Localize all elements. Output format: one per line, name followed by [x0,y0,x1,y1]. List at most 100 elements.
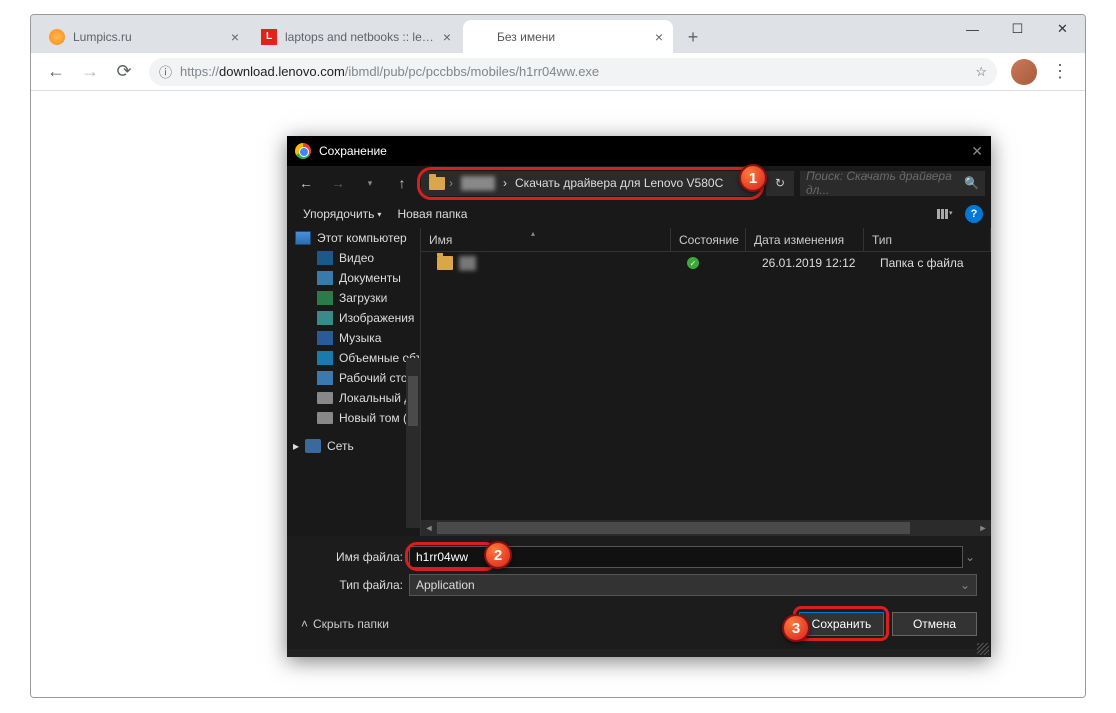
tab-lenovo[interactable]: L laptops and netbooks :: lenovo v × [251,20,461,53]
breadcrumb-seg-blurred[interactable]: ████ [457,176,499,190]
tab-lumpics[interactable]: Lumpics.ru × [39,20,249,53]
breadcrumb-bar[interactable]: › ████› Скачать драйвера для Lenovo V580… [421,171,760,196]
close-icon[interactable]: × [231,29,239,45]
document-icon [317,271,333,285]
tree-newvol[interactable]: Новый том (D:) [287,408,420,428]
forward-button[interactable]: → [76,58,104,86]
check-icon: ✓ [687,257,699,269]
tree-3dobjects[interactable]: Объемные объ [287,348,420,368]
nav-up-button[interactable]: ↑ [389,170,415,196]
filename-label: Имя файла: [301,550,409,564]
close-icon[interactable]: × [443,29,451,45]
menu-button[interactable]: ⋮ [1046,58,1074,86]
col-date[interactable]: Дата изменения [746,228,864,251]
favicon-lenovo: L [261,29,277,45]
view-mode-button[interactable]: ▾ [937,209,955,219]
tree-music[interactable]: Музыка [287,328,420,348]
desktop-icon [317,371,333,385]
chevron-up-icon: ˄ [301,617,308,631]
annotation-badge-2: 2 [484,541,512,569]
new-tab-button[interactable]: + [679,23,707,51]
file-row[interactable]: ██ ✓ 26.01.2019 12:12 Папка с файла [421,252,991,274]
minimize-button[interactable]: — [950,15,995,43]
search-input[interactable]: Поиск: Скачать драйвера дл... 🔍 [800,171,985,196]
folder-tree: Этот компьютер Видео Документы Загрузки … [287,228,421,536]
tree-images[interactable]: Изображения [287,308,420,328]
maximize-button[interactable]: ☐ [995,15,1040,43]
col-state[interactable]: Состояние [671,228,746,251]
disk-icon [317,392,333,404]
nav-forward-button[interactable]: → [325,170,351,196]
sort-indicator: ▴ [531,229,535,238]
organize-button[interactable]: Упорядочить ▾ [295,205,389,223]
annotation-badge-1: 1 [739,164,767,192]
save-button[interactable]: Сохранить [799,612,884,636]
profile-avatar[interactable] [1011,59,1037,85]
nav-back-button[interactable]: ← [293,170,319,196]
tab-active[interactable]: Без имени × [463,20,673,53]
tree-desktop[interactable]: Рабочий стол [287,368,420,388]
filetype-select[interactable]: Application⌄ [409,574,977,596]
window-controls: — ☐ ✕ [950,15,1085,43]
scroll-left[interactable]: ◄ [421,520,437,536]
address-bar[interactable]: ⓘ https://download.lenovo.com/ibmdl/pub/… [149,58,997,86]
tree-network[interactable]: ▸ Сеть [287,436,420,456]
close-button[interactable]: ✕ [1040,15,1085,43]
filename-area: Имя файла: ⌄ Тип файла: Application⌄ [287,536,991,599]
save-dialog: Сохранение ✕ ← → ▾ ↑ › ████› Скачать дра… [287,136,991,657]
dialog-close-button[interactable]: ✕ [971,143,983,160]
dropdown-icon[interactable]: ⌄ [963,550,977,564]
h-scrollbar[interactable]: ◄ ► [421,520,991,536]
tree-downloads[interactable]: Загрузки [287,288,420,308]
cancel-button[interactable]: Отмена [892,612,977,636]
dialog-nav: ← → ▾ ↑ › ████› Скачать драйвера для Len… [287,166,991,200]
tab-strip: Lumpics.ru × L laptops and netbooks :: l… [31,15,1085,53]
file-list: ▴ Имя Состояние Дата изменения Тип ██ ✓ … [421,228,991,536]
info-icon: ⓘ [159,62,172,81]
download-icon [317,291,333,305]
breadcrumb-seg-current[interactable]: Скачать драйвера для Lenovo V580C [511,176,727,190]
dialog-footer: ˄ Скрыть папки Сохранить Отмена [287,599,991,649]
chrome-icon [295,143,311,159]
close-icon[interactable]: × [655,29,663,45]
search-placeholder: Поиск: Скачать драйвера дл... [806,169,964,197]
favicon-blank [473,29,489,45]
video-icon [317,251,333,265]
scrollbar-thumb[interactable] [408,376,418,426]
dialog-toolbar: Упорядочить ▾ Новая папка ▾ ? [287,200,991,228]
hide-folders-toggle[interactable]: ˄ Скрыть папки [301,617,389,631]
annotation-badge-3: 3 [782,614,810,642]
tree-documents[interactable]: Документы [287,268,420,288]
tree-localdisk[interactable]: Локальный дис [287,388,420,408]
search-icon: 🔍 [964,176,979,190]
column-headers: ▴ Имя Состояние Дата изменения Тип [421,228,991,252]
dialog-body: Этот компьютер Видео Документы Загрузки … [287,228,991,536]
browser-window: Lumpics.ru × L laptops and netbooks :: l… [30,14,1086,698]
browser-toolbar: ← → ⟳ ⓘ https://download.lenovo.com/ibmd… [31,53,1085,91]
page-content: Сохранение ✕ ← → ▾ ↑ › ████› Скачать дра… [31,91,1085,697]
image-icon [317,311,333,325]
col-name[interactable]: Имя [421,228,671,251]
tree-this-pc[interactable]: Этот компьютер [287,228,420,248]
tree-scrollbar[interactable] [406,358,420,528]
bookmark-icon[interactable]: ☆ [975,64,987,80]
folder-icon [437,256,453,270]
network-icon [305,439,321,453]
col-type[interactable]: Тип [864,228,991,251]
nav-recent-button[interactable]: ▾ [357,170,383,196]
help-button[interactable]: ? [965,205,983,223]
back-button[interactable]: ← [42,58,70,86]
scroll-right[interactable]: ► [975,520,991,536]
reload-button[interactable]: ⟳ [110,58,138,86]
scrollbar-thumb[interactable] [437,522,910,534]
tab-title: Без имени [497,30,649,44]
resize-grip[interactable] [977,643,989,655]
folder-icon [429,177,445,190]
monitor-icon [295,231,311,245]
dialog-titlebar: Сохранение ✕ [287,136,991,166]
disk-icon [317,412,333,424]
chevron-down-icon: ⌄ [960,578,970,592]
new-folder-button[interactable]: Новая папка [389,205,475,223]
tree-video[interactable]: Видео [287,248,420,268]
refresh-button[interactable]: ↻ [766,171,794,196]
